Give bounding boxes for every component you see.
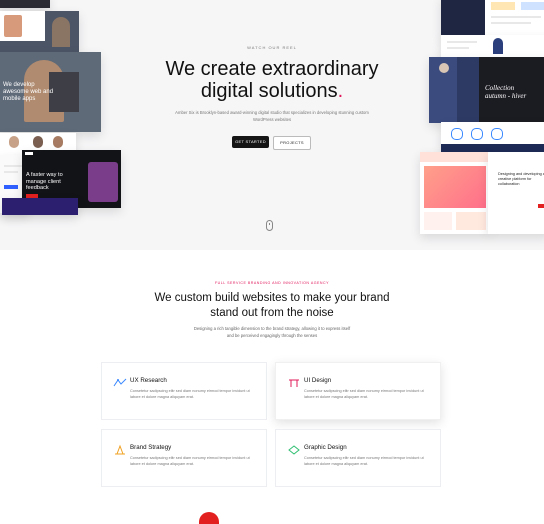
ux-research-icon bbox=[113, 378, 127, 387]
services-subtitle: Designing a rich tangible dimension to t… bbox=[193, 326, 351, 338]
graphic-design-icon bbox=[288, 445, 300, 455]
hero-subtext: Amber Six is Brooklyn-based award-winnin… bbox=[175, 110, 369, 122]
mockup-client-feedback-text: A faster way to manage client feedback bbox=[26, 172, 63, 191]
service-card-brand-strategy[interactable]: Brand Strategy Consetetur sadipscing eli… bbox=[101, 429, 267, 487]
hero-headline-dot: . bbox=[337, 80, 344, 102]
services-title-line2: stand out from the noise bbox=[210, 307, 334, 319]
brand-strategy-icon bbox=[115, 444, 125, 455]
projects-button[interactable]: PROJECTS bbox=[273, 136, 311, 150]
mockup-right-top bbox=[441, 0, 544, 36]
mockup-collection: Collection autumn - hiver bbox=[429, 57, 544, 123]
hero-headline-text: digital solutions bbox=[200, 80, 338, 102]
hero-section: We develop awesome web and mobile apps A… bbox=[0, 0, 544, 250]
service-card-desc: Consetetur sadipscing elitr sed diam non… bbox=[130, 456, 250, 466]
services-eyebrow: FULL SERVICE BRANDING AND INNOVATION AGE… bbox=[214, 281, 330, 285]
mockup-collab-text: Designing and developing a creative plat… bbox=[498, 172, 544, 186]
mockup-purple-panel bbox=[2, 198, 78, 215]
service-card-title: Brand Strategy bbox=[130, 444, 172, 451]
service-card-graphic-design[interactable]: Graphic Design Consetetur sadipscing eli… bbox=[275, 429, 441, 487]
ui-design-icon bbox=[289, 379, 299, 387]
get-started-button[interactable]: GET STARTED bbox=[232, 136, 269, 148]
red-circle-icon bbox=[199, 512, 219, 524]
services-title-line1: We custom build websites to make your br… bbox=[154, 292, 390, 304]
service-card-desc: Consetetur sadipscing elitr sed diam non… bbox=[304, 456, 424, 466]
mockup-top-left bbox=[0, 0, 50, 8]
service-card-title: Graphic Design bbox=[304, 444, 347, 451]
mockup-dashboard bbox=[420, 152, 490, 234]
service-card-desc: Consetetur sadipscing elitr sed diam non… bbox=[130, 389, 250, 399]
mockup-right-stats bbox=[441, 122, 544, 152]
service-card-ui-design[interactable]: UI Design Consetetur sadipscing elitr se… bbox=[275, 362, 441, 420]
mockup-collab: Designing and developing a creative plat… bbox=[488, 152, 544, 234]
mockup-right-profile bbox=[441, 35, 544, 57]
mockup-collection-text: Collection autumn - hiver bbox=[485, 84, 527, 100]
service-card-title: UI Design bbox=[304, 377, 332, 384]
scroll-mouse-icon[interactable] bbox=[266, 220, 273, 231]
service-card-desc: Consetetur sadipscing elitr sed diam non… bbox=[304, 389, 424, 399]
service-card-ux-research[interactable]: UX Research Consetetur sadipscing elitr … bbox=[101, 362, 267, 420]
service-card-title: UX Research bbox=[130, 377, 167, 384]
